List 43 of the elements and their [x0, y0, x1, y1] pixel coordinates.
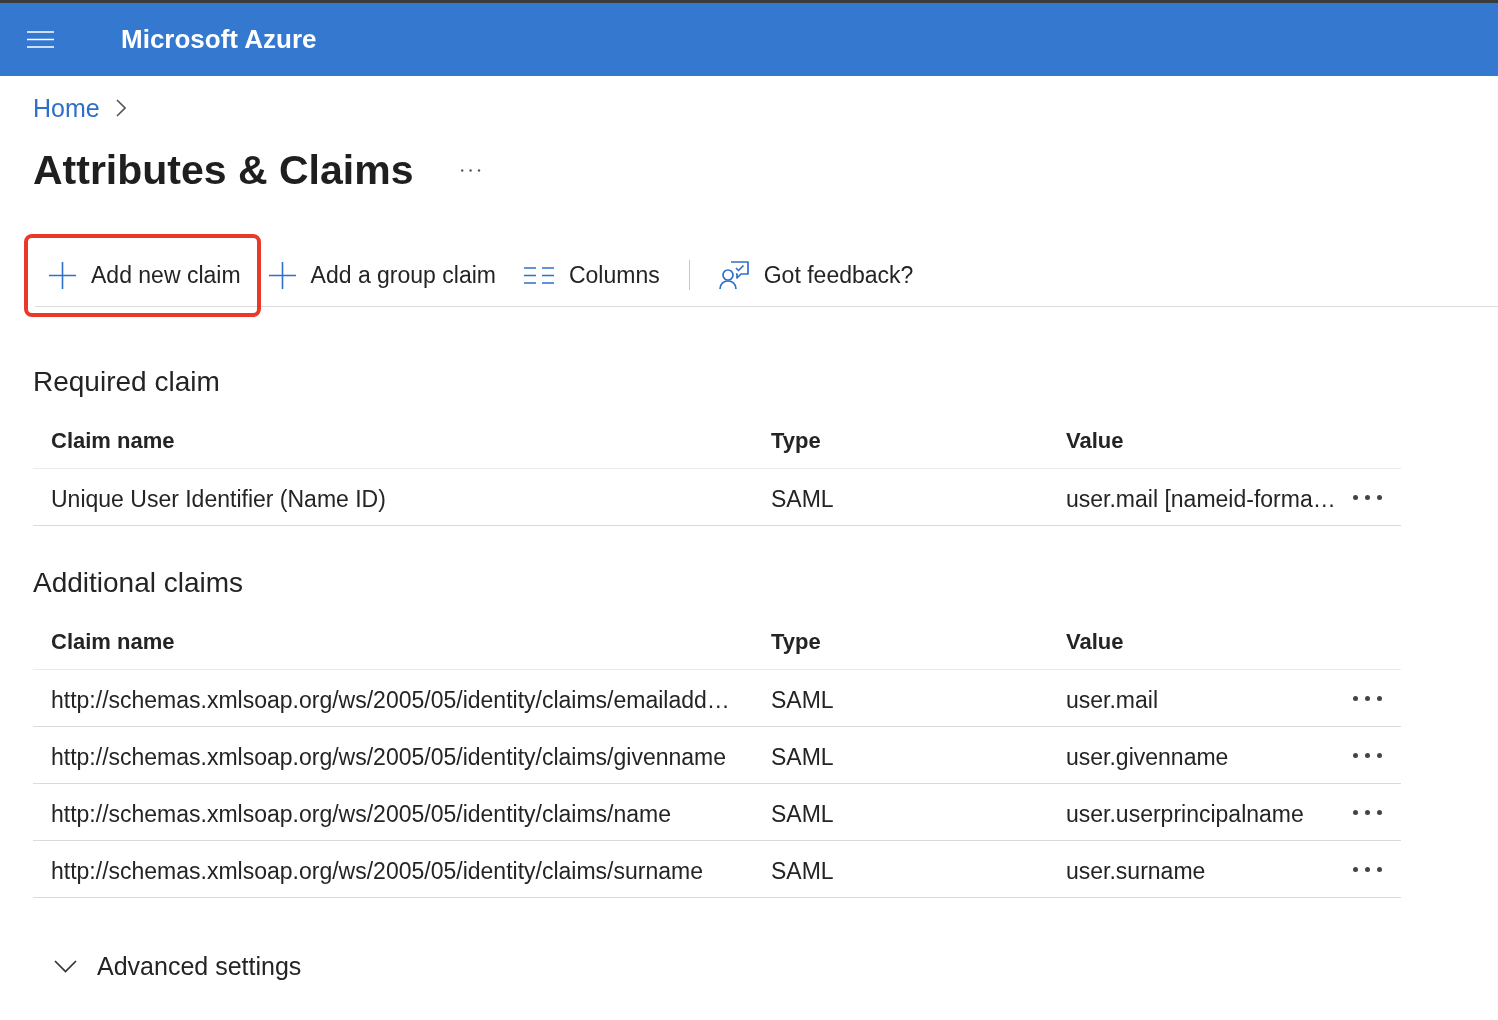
column-header: Value	[1066, 427, 1125, 454]
table-cell-text: http://schemas.xmlsoap.org/ws/2005/05/identity/claims/emailadd…	[50, 685, 731, 714]
add-button[interactable]: Add a group claim	[254, 253, 510, 297]
column-header: Value	[1066, 628, 1125, 655]
column-header: Type	[771, 628, 822, 655]
feedback-button[interactable]: Got feedback?	[704, 253, 928, 297]
table-cell-text: user.surname	[1066, 856, 1207, 885]
table-cell-text: http://schemas.xmlsoap.org/ws/2005/05/identity/claims/name	[50, 799, 672, 828]
columns-button[interactable]: Columns	[509, 253, 674, 297]
feedback-icon	[718, 260, 749, 290]
more-icon[interactable]	[461, 168, 482, 172]
table-cell-text: user.mail	[1066, 685, 1160, 714]
app-title: Microsoft Azure	[121, 24, 317, 55]
plus-icon	[49, 261, 76, 289]
section-title: Additional claims	[33, 566, 245, 600]
table-cell-text: http://schemas.xmlsoap.org/ws/2005/05/identity/claims/givenname	[50, 742, 727, 771]
column-header: Claim name	[50, 628, 176, 655]
table-cell-text: user.mail [nameid-forma…	[1066, 484, 1337, 513]
table-cell-text: SAML	[771, 484, 835, 513]
plus-icon	[268, 261, 296, 289]
add-button[interactable]: Add new claim	[35, 253, 255, 297]
columns-icon	[523, 266, 554, 284]
table-cell-text: http://schemas.xmlsoap.org/ws/2005/05/identity/claims/surname	[50, 856, 704, 885]
more-icon[interactable]	[1353, 866, 1382, 872]
advanced-settings-toggle[interactable]: Advanced settings	[54, 952, 302, 981]
table-cell-text: SAML	[771, 856, 835, 885]
chevron-right-icon	[115, 99, 126, 117]
table-cell-text: user.userprincipalname	[1066, 799, 1305, 828]
table-cell-text: SAML	[771, 685, 835, 714]
table-cell-text: Unique User Identifier (Name ID)	[50, 484, 387, 513]
table-cell-text: SAML	[771, 742, 835, 771]
breadcrumb-link[interactable]: Home	[33, 93, 100, 123]
table-cell-text: SAML	[771, 799, 835, 828]
more-icon[interactable]	[1353, 695, 1382, 701]
more-icon[interactable]	[1353, 809, 1382, 815]
column-header: Type	[771, 427, 822, 454]
menu-icon[interactable]	[27, 31, 54, 48]
column-header: Claim name	[50, 427, 176, 454]
more-icon[interactable]	[1353, 494, 1382, 500]
more-icon[interactable]	[1353, 752, 1382, 758]
section-title: Required claim	[33, 365, 221, 399]
table-cell-text: user.givenname	[1066, 742, 1230, 771]
page-title: Attributes & Claims	[33, 146, 414, 195]
